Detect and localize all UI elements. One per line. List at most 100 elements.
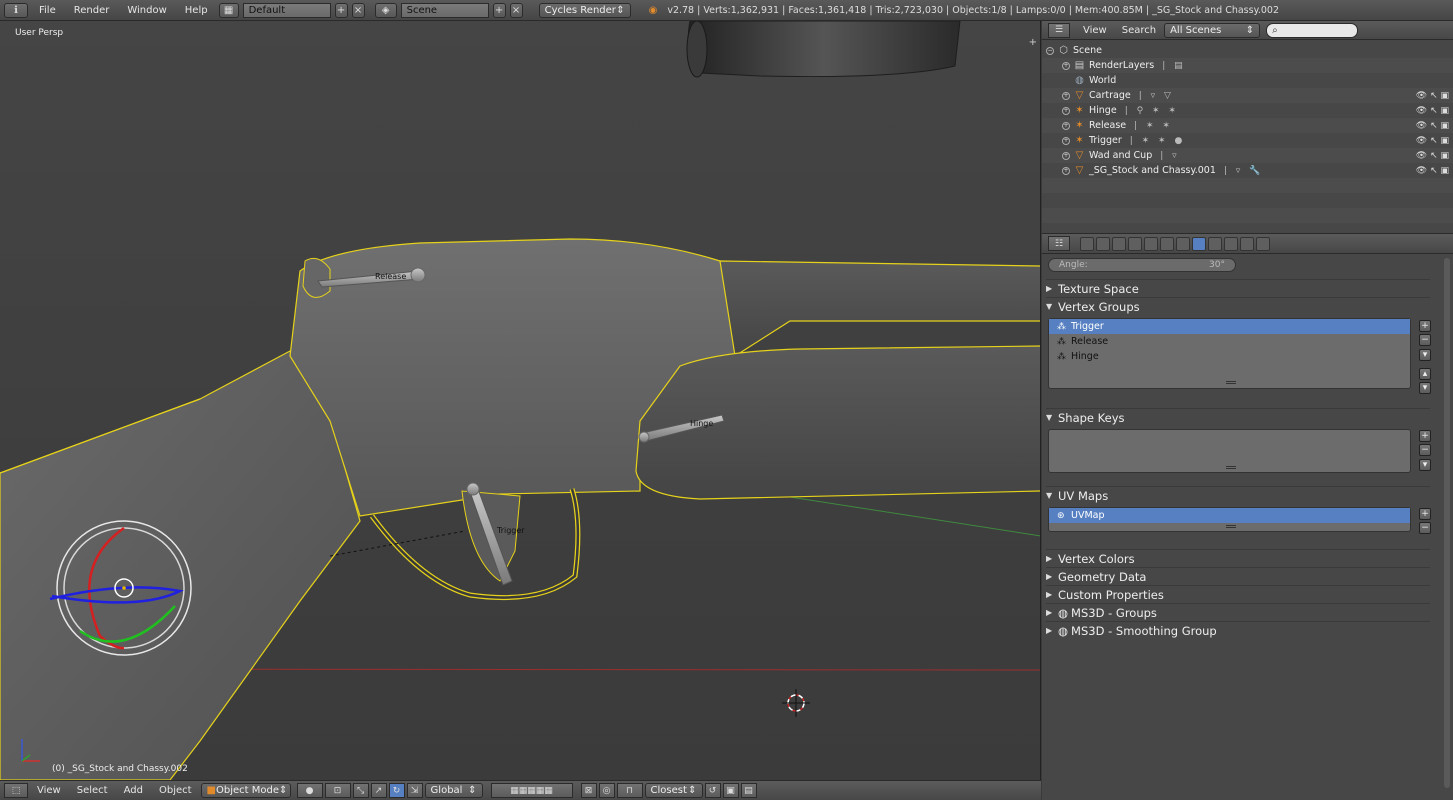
scene-name-field[interactable]: Scene <box>400 2 489 18</box>
outliner-row-hinge[interactable]: + ✶ Hinge | ⚲ ✶ ✶ 👁 ↖ ▣ <box>1042 103 1453 118</box>
expand-icon[interactable]: + <box>1062 121 1070 130</box>
info-editor-icon[interactable]: ℹ <box>4 2 28 18</box>
outliner-row-cartrage[interactable]: + ▽ Cartrage | ▿ ▽ 👁 ↖ ▣ <box>1042 88 1453 103</box>
scene-tab-icon[interactable] <box>1112 236 1126 251</box>
physics-tab-icon[interactable] <box>1256 236 1270 251</box>
snap-toggle-icon[interactable]: ⊓ <box>616 783 643 798</box>
scene-add-icon[interactable]: + <box>492 2 506 18</box>
layout-name-field[interactable]: Default <box>242 2 331 18</box>
expand-icon[interactable]: + <box>1062 106 1070 115</box>
expand-icon[interactable]: + <box>1062 136 1070 145</box>
expand-icon[interactable]: + <box>1062 91 1070 100</box>
menu-render[interactable]: Render <box>67 5 117 16</box>
outliner-row-renderlayers[interactable]: + ▤ RenderLayers | ▤ <box>1042 58 1453 73</box>
menu-select[interactable]: Select <box>70 785 115 796</box>
expand-icon[interactable]: + <box>1062 166 1070 175</box>
list-resize-grip[interactable] <box>1226 381 1236 384</box>
translate-icon[interactable]: ↗ <box>370 783 387 798</box>
opengl-anim-icon[interactable]: ▤ <box>740 783 757 798</box>
layer-lock-icon[interactable]: ⊠ <box>580 783 597 798</box>
shading-dropdown-icon[interactable]: ● <box>296 783 323 798</box>
orientation-dropdown[interactable]: Global ⇕ <box>424 783 483 798</box>
texture-tab-icon[interactable] <box>1224 236 1238 251</box>
menu-window[interactable]: Window <box>120 5 173 16</box>
mesh-data-tab-icon[interactable] <box>1192 236 1206 251</box>
outliner-row-trigger[interactable]: + ✶ Trigger | ✶ ✶ ● 👁 ↖ ▣ <box>1042 133 1453 148</box>
menu-file[interactable]: File <box>32 5 63 16</box>
expand-icon[interactable]: + <box>1062 61 1070 70</box>
proportional-edit-icon[interactable]: ◎ <box>598 783 615 798</box>
outliner-display-dropdown[interactable]: All Scenes ⇕ <box>1164 22 1261 38</box>
outliner[interactable]: − ⬡ Scene + ▤ RenderLayers | ▤ ◍ World +… <box>1042 40 1453 234</box>
rotate-icon[interactable]: ↻ <box>388 783 405 798</box>
autosmooth-angle-field[interactable]: Angle: 30° <box>1048 258 1236 272</box>
move-down-icon[interactable]: ▾ <box>1419 382 1431 394</box>
vertex-group-item[interactable]: ⁂ Trigger <box>1049 319 1410 334</box>
vertex-group-item[interactable]: ⁂ Hinge <box>1049 349 1410 364</box>
section-ms3d-groups[interactable]: ▶ ◍ MS3D - Groups <box>1046 603 1430 621</box>
outliner-menu-view[interactable]: View <box>1076 25 1114 36</box>
opengl-render-icon[interactable]: ▣ <box>722 783 739 798</box>
layout-browse-icon[interactable]: ▦ <box>218 2 239 18</box>
modifiers-tab-icon[interactable] <box>1176 236 1190 251</box>
visibility-flags[interactable]: 👁 ↖ ▣ <box>1416 136 1449 146</box>
3d-viewport[interactable]: User Persp (0) _SG_Stock and Chassy.002 … <box>0 21 1041 780</box>
remove-uv-map-icon[interactable]: − <box>1419 522 1431 534</box>
section-custom-properties[interactable]: ▶ Custom Properties <box>1046 585 1430 603</box>
material-tab-icon[interactable] <box>1208 236 1222 251</box>
region-plus-icon[interactable]: + <box>1029 37 1037 48</box>
uv-map-item[interactable]: ⊛ UVMap <box>1049 508 1410 523</box>
visibility-flags[interactable]: 👁 ↖ ▣ <box>1416 121 1449 131</box>
scale-icon[interactable]: ⇲ <box>406 783 423 798</box>
outliner-menu-search[interactable]: Search <box>1120 25 1158 36</box>
section-uv-maps[interactable]: ▼ UV Maps <box>1046 486 1430 504</box>
outliner-search-input[interactable]: ⌕ <box>1266 22 1359 38</box>
outliner-row-release[interactable]: + ✶ Release | ✶ ✶ 👁 ↖ ▣ <box>1042 118 1453 133</box>
properties-editor-icon[interactable]: ☷ <box>1048 236 1070 251</box>
pivot-dropdown-icon[interactable]: ⊡ <box>324 783 351 798</box>
snap-target-dropdown[interactable]: Closest ⇕ <box>644 783 703 798</box>
outliner-row-world[interactable]: ◍ World <box>1042 73 1453 88</box>
layout-remove-icon[interactable]: × <box>351 2 365 18</box>
render-engine-dropdown[interactable]: Cycles Render ⇕ <box>538 2 631 18</box>
uv-map-list[interactable]: ⊛ UVMap <box>1048 507 1411 532</box>
remove-vertex-group-icon[interactable]: − <box>1419 334 1431 346</box>
section-geometry-data[interactable]: ▶ Geometry Data <box>1046 567 1430 585</box>
layout-add-icon[interactable]: + <box>334 2 348 18</box>
layers-grid-icon[interactable]: ▦▦▦▦▦ <box>490 783 573 798</box>
scene-remove-icon[interactable]: × <box>509 2 523 18</box>
move-up-icon[interactable]: ▴ <box>1419 368 1431 380</box>
world-tab-icon[interactable] <box>1128 236 1142 251</box>
render-tab-icon[interactable] <box>1080 236 1094 251</box>
shape-key-menu-icon[interactable]: ▾ <box>1419 459 1431 471</box>
expand-icon[interactable]: + <box>1062 151 1070 160</box>
manipulator-toggle-icon[interactable]: ⤡ <box>352 783 369 798</box>
vertex-group-list[interactable]: ⁂ Trigger ⁂ Release ⁂ Hinge <box>1048 318 1411 389</box>
mode-dropdown[interactable]: ■ Object Mode ⇕ <box>200 783 291 798</box>
scene-browse-icon[interactable]: ◈ <box>374 2 397 18</box>
vertex-group-menu-icon[interactable]: ▾ <box>1419 349 1431 361</box>
add-vertex-group-icon[interactable]: + <box>1419 320 1431 332</box>
properties-scrollbar[interactable] <box>1444 258 1450 788</box>
visibility-flags[interactable]: 👁 ↖ ▣ <box>1416 91 1449 101</box>
collapse-icon[interactable]: − <box>1046 46 1054 55</box>
section-shape-keys[interactable]: ▼ Shape Keys <box>1046 408 1430 426</box>
section-texture-space[interactable]: ▶ Texture Space <box>1046 279 1430 297</box>
menu-object[interactable]: Object <box>152 785 199 796</box>
renderlayers-tab-icon[interactable] <box>1096 236 1110 251</box>
add-uv-map-icon[interactable]: + <box>1419 508 1431 520</box>
visibility-flags[interactable]: 👁 ↖ ▣ <box>1416 151 1449 161</box>
scene-canvas[interactable] <box>0 21 1041 780</box>
section-ms3d-smoothing[interactable]: ▶ ◍ MS3D - Smoothing Group <box>1046 621 1430 639</box>
outliner-editor-icon[interactable]: ☰ <box>1048 22 1070 38</box>
editor-type-icon[interactable]: ⬚ <box>4 783 28 798</box>
list-resize-grip[interactable] <box>1226 525 1236 528</box>
section-vertex-groups[interactable]: ▼ Vertex Groups <box>1046 297 1430 315</box>
properties-panel[interactable]: Angle: 30° ▶ Texture Space ▼ Vertex Grou… <box>1042 254 1453 799</box>
menu-help[interactable]: Help <box>178 5 215 16</box>
particles-tab-icon[interactable] <box>1240 236 1254 251</box>
add-shape-key-icon[interactable]: + <box>1419 430 1431 442</box>
outliner-row-stock-and-chassy[interactable]: + ▽ _SG_Stock and Chassy.001 | ▿ 🔧 👁 ↖ ▣ <box>1042 163 1453 178</box>
menu-view[interactable]: View <box>30 785 68 796</box>
visibility-flags[interactable]: 👁 ↖ ▣ <box>1416 166 1449 176</box>
